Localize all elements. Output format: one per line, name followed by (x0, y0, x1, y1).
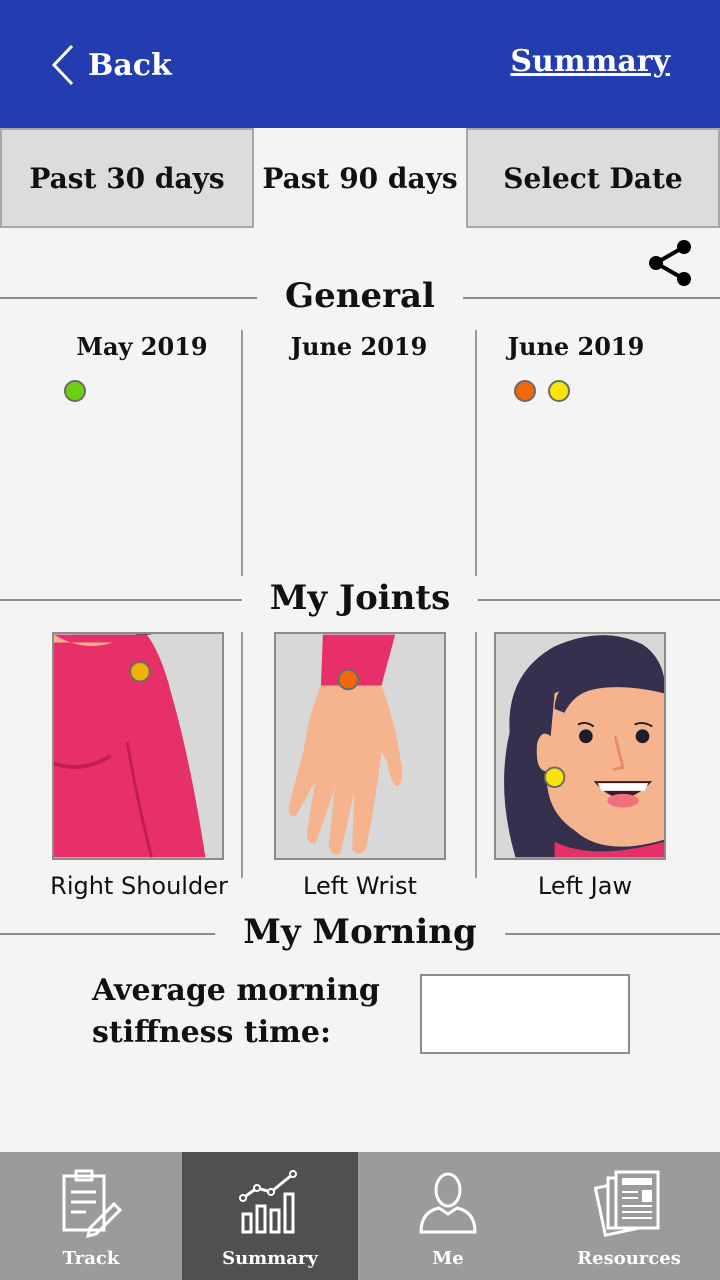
nav-me[interactable]: Me (358, 1152, 538, 1280)
jaw-illustration (496, 634, 664, 858)
share-icon[interactable] (646, 238, 694, 288)
bottom-navigation: Track Summary Me Resources (0, 1152, 720, 1280)
wrist-illustration (276, 634, 444, 858)
nav-summary-label: Summary (222, 1248, 318, 1269)
morning-stiffness-label-line1: Average morning (92, 973, 380, 1008)
joints-heading: My Joints (241, 578, 479, 618)
date-range-tabs: Past 30 days Past 90 days Select Date (0, 128, 720, 228)
nav-resources-label: Resources (577, 1248, 681, 1269)
back-button[interactable]: Back (50, 40, 172, 90)
morning-heading: My Morning (215, 912, 505, 952)
left-wrist-card[interactable] (274, 632, 446, 860)
nav-summary[interactable]: Summary (182, 1152, 358, 1280)
column-divider (241, 632, 243, 878)
orange-status-dot[interactable] (514, 380, 536, 402)
nav-track[interactable]: Track (0, 1152, 182, 1280)
right-shoulder-label: Right Shoulder (50, 872, 228, 900)
clipboard-pencil-icon (62, 1169, 123, 1238)
month-label-1: May 2019 (76, 332, 208, 361)
chart-icon (239, 1170, 297, 1234)
left-jaw-label: Left Jaw (537, 872, 633, 900)
documents-icon (594, 1170, 660, 1237)
summary-link[interactable]: Summary (510, 44, 670, 79)
chevron-left-icon (51, 44, 74, 86)
left-wrist-label: Left Wrist (303, 872, 417, 900)
column-divider (475, 330, 477, 576)
nav-track-label: Track (62, 1248, 120, 1269)
top-app-bar: Back Summary (0, 0, 720, 128)
column-divider (241, 330, 243, 576)
column-divider (475, 632, 477, 878)
right-shoulder-card[interactable] (52, 632, 224, 860)
back-label: Back (88, 47, 172, 83)
tab-past-90-days[interactable]: Past 90 days (254, 128, 466, 228)
left-jaw-card[interactable] (494, 632, 666, 860)
month-label-2: June 2019 (290, 332, 428, 361)
person-icon (419, 1172, 477, 1234)
morning-stiffness-label: Average morning stiffness time: (92, 970, 380, 1054)
tab-select-date[interactable]: Select Date (466, 128, 720, 228)
nav-resources[interactable]: Resources (538, 1152, 720, 1280)
morning-stiffness-label-line2: stiffness time: (92, 1015, 332, 1050)
month-label-3: June 2019 (507, 332, 645, 361)
tab-past-30-days[interactable]: Past 30 days (0, 128, 254, 228)
yellow-status-dot[interactable] (548, 380, 570, 402)
shoulder-illustration (54, 634, 222, 858)
morning-stiffness-value-box[interactable] (420, 974, 630, 1054)
general-heading: General (257, 276, 463, 316)
nav-me-label: Me (432, 1248, 464, 1269)
green-status-dot[interactable] (64, 380, 86, 402)
